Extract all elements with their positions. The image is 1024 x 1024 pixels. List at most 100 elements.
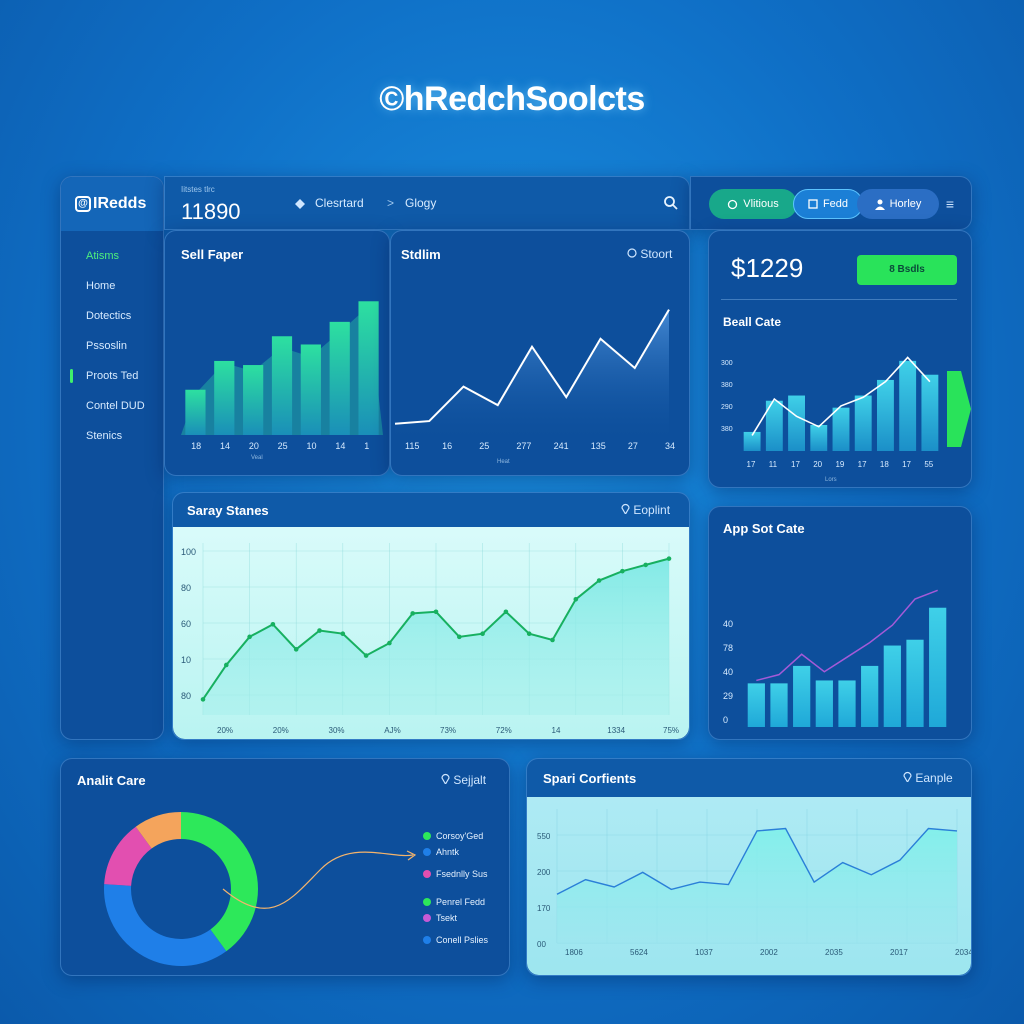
x-tick-label: 18 xyxy=(191,441,201,451)
y-tick-label: 380 xyxy=(721,426,733,433)
legend-dot-icon xyxy=(423,936,431,944)
x-tick-label: 25 xyxy=(479,441,489,451)
highlight-arrow-icon xyxy=(947,371,971,447)
bar-6 xyxy=(883,645,901,727)
brand-title: ©hRedchSoolcts xyxy=(379,80,645,118)
breadcrumb-current[interactable]: Glogy xyxy=(405,196,436,210)
x-tick-label: 11 xyxy=(769,460,778,469)
bar-5 xyxy=(861,665,879,727)
sidebar-item[interactable]: Home xyxy=(61,271,163,301)
bar-4 xyxy=(838,680,856,727)
x-tick-label: 20% xyxy=(217,726,233,735)
x-tick-label: 17 xyxy=(902,460,911,469)
x-tick-label: 2035 xyxy=(825,948,843,957)
x-tick-label: 75% xyxy=(663,726,679,735)
tab-vlitious[interactable]: Vlitious xyxy=(709,189,797,219)
bar-17 xyxy=(788,395,805,451)
y-tick-label: 00 xyxy=(537,940,546,949)
donut-slice-0 xyxy=(181,812,258,952)
saray-stanes-chart: 100 80 60 10 80 20% 20% 30% AJ% 73% 72% 14 1334 75% xyxy=(181,543,679,735)
x-tick-label: 14 xyxy=(552,726,561,735)
legend-label: Ahntk xyxy=(436,847,460,857)
bar-19 xyxy=(832,407,850,451)
logo-icon: @ xyxy=(75,196,91,212)
x-tick-label: 5624 xyxy=(630,948,648,957)
data-point xyxy=(247,634,252,640)
bar-1 xyxy=(770,683,788,727)
top-bar: Iitstes tlrc 11890 Clesrtard > Glogy xyxy=(164,176,690,230)
kpi-caption: Iitstes tlrc xyxy=(181,185,215,194)
x-tick-label: 30% xyxy=(329,726,345,735)
data-point xyxy=(503,609,509,615)
bar-1 xyxy=(358,301,379,435)
data-point xyxy=(666,556,672,561)
donut-slice-1 xyxy=(104,884,227,966)
data-point xyxy=(200,697,206,702)
analit-care-card: Analit Care Sejjalt Corsoy'Ged Ahntk Fsedn… xyxy=(60,758,510,976)
bar-2 xyxy=(793,665,811,727)
breadcrumb-separator: > xyxy=(387,196,395,210)
y-tick-label: 80 xyxy=(181,691,191,701)
area-fill xyxy=(395,309,669,437)
y-tick-label: 170 xyxy=(537,904,551,913)
y-tick-label: 380 xyxy=(721,382,733,389)
x-tick-label: 17 xyxy=(791,460,800,469)
x-tick-label: 55 xyxy=(924,460,933,469)
sidebar-item[interactable]: Pssoslin xyxy=(61,331,163,361)
y-tick-label: 100 xyxy=(181,547,196,557)
bar-17 xyxy=(854,395,872,451)
sidebar-logo-text: IRedds xyxy=(93,195,147,212)
data-point xyxy=(526,631,532,636)
bar-20 xyxy=(810,425,828,451)
menu-icon[interactable]: ≡ xyxy=(939,189,961,219)
y-tick-label: 80 xyxy=(181,583,191,593)
x-tick-label: 1 xyxy=(364,441,369,451)
kpi-value: 11890 xyxy=(181,199,241,224)
y-tick-label: 40 xyxy=(723,667,733,677)
sidebar-item[interactable]: Atisms xyxy=(61,241,163,271)
x-axis-label: Veal xyxy=(251,455,263,461)
saray-stanes-card: Saray Stanes Eoplint 100 80 60 10 80 20% 20% 30… xyxy=(172,492,690,740)
sidebar-item[interactable]: Stenics xyxy=(61,421,163,451)
bar-20 xyxy=(243,365,264,435)
x-tick-label: 17 xyxy=(858,460,867,469)
x-tick-label: 27 xyxy=(628,441,638,451)
data-point xyxy=(596,578,602,583)
x-tick-label: 34 xyxy=(665,441,675,451)
legend-item: Penrel Fedd xyxy=(423,897,485,907)
legend-item: Ahntk xyxy=(423,847,459,857)
x-tick-label: 2017 xyxy=(890,948,908,957)
tab-label: Horley xyxy=(889,198,922,210)
bar-18 xyxy=(877,379,894,451)
breadcrumb-dashboard[interactable]: Clesrtard xyxy=(315,196,364,210)
x-tick-label: AJ% xyxy=(384,726,400,735)
y-tick-label: 29 xyxy=(723,691,733,701)
x-tick-label: 115 xyxy=(405,441,419,451)
x-tick-label: 14 xyxy=(220,441,230,451)
sidebar-item[interactable]: Proots Ted xyxy=(61,361,163,391)
data-point xyxy=(573,596,579,602)
sidebar-item[interactable]: Dotectics xyxy=(61,301,163,331)
x-tick-label: 18 xyxy=(880,460,889,469)
search-icon[interactable] xyxy=(663,195,679,211)
tab-label: Fedd xyxy=(822,198,849,210)
x-tick-label: 1806 xyxy=(565,948,583,957)
y-tick-label: 78 xyxy=(723,643,733,653)
sidebar-logo[interactable]: @ IRedds xyxy=(61,177,163,231)
ball-cate-chart: 300 380 290 380 17 11 17 20 19 17 18 17 55 Lors xyxy=(721,356,971,483)
x-tick-label: 20% xyxy=(273,726,289,735)
tab-label: Vlitious xyxy=(743,198,779,210)
bar-14 xyxy=(329,321,350,435)
app-sot-cate-card: App Sot Cate 40 78 40 29 0 xyxy=(708,506,972,740)
y-tick-label: 200 xyxy=(537,868,551,877)
sidebar-item[interactable]: Contel DUD xyxy=(61,391,163,421)
data-point xyxy=(550,637,555,643)
x-tick-label: 17 xyxy=(747,460,756,469)
bar-17 xyxy=(899,360,917,451)
tab-fedd[interactable]: Fedd xyxy=(793,189,863,219)
legend-label: Tsekt xyxy=(436,913,458,923)
sell-paper-chart: 18 14 20 25 10 14 1 Veal xyxy=(181,301,383,461)
tab-horley[interactable]: Horley xyxy=(857,189,939,219)
x-tick-label: 241 xyxy=(554,441,569,451)
bar-14 xyxy=(214,360,235,435)
